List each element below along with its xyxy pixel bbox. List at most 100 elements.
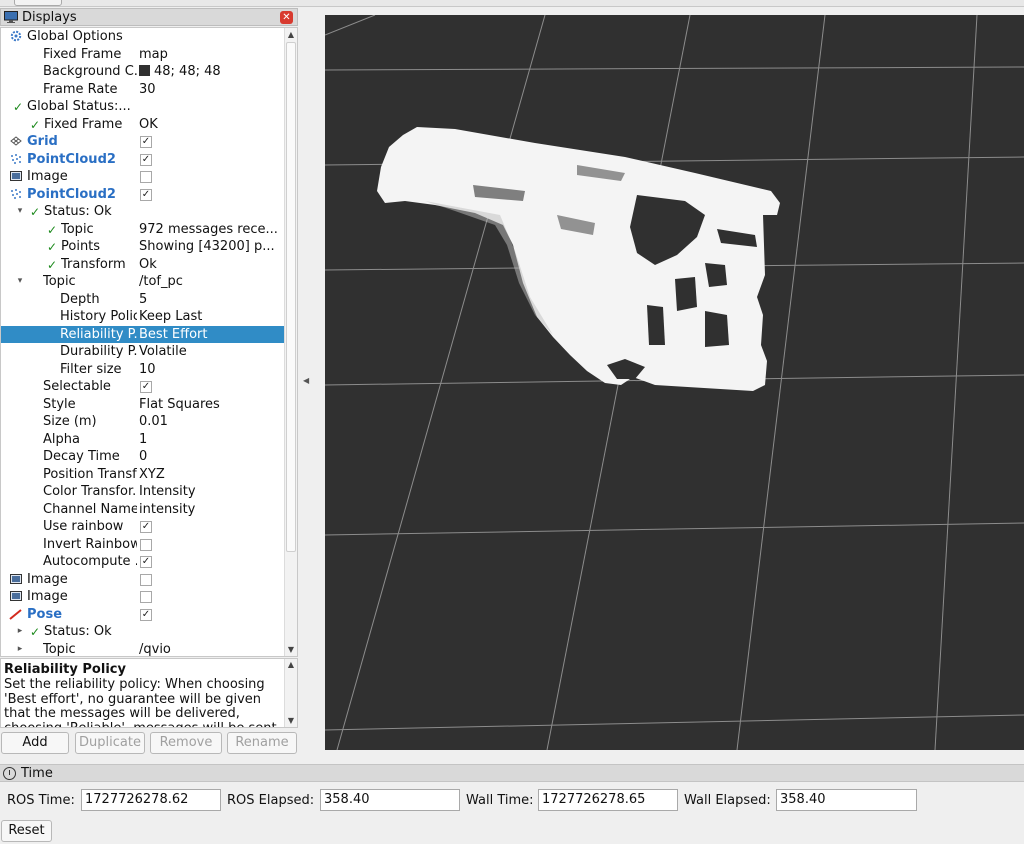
scroll-up-icon[interactable]: ▲	[285, 659, 297, 671]
tree-row-value[interactable]: Volatile	[139, 343, 284, 361]
tree-row[interactable]: Selectable ✓	[1, 378, 285, 396]
tree-row[interactable]: Pose ✓	[1, 606, 285, 624]
checkbox[interactable]: ✓	[140, 136, 152, 148]
tree-row-name: Channel Name	[43, 501, 137, 517]
chevron-right-icon[interactable]: ▸	[15, 623, 25, 641]
tree-row[interactable]: Durability P...Volatile	[1, 343, 285, 361]
tree-row[interactable]: Size (m) 0.01	[1, 413, 285, 431]
chevron-down-icon[interactable]: ▾	[15, 203, 25, 221]
tree-row-value[interactable]: Showing [43200] p...	[139, 238, 284, 256]
tree-row[interactable]: ✓ Points Showing [43200] p...	[1, 238, 285, 256]
tree-row-value[interactable]: 5	[139, 291, 284, 309]
tree-row[interactable]: Autocompute ... ✓	[1, 553, 285, 571]
checkbox[interactable]: ✓	[140, 521, 152, 533]
checkbox[interactable]	[140, 171, 152, 183]
tree-row-value[interactable]: Flat Squares	[139, 396, 284, 414]
reset-button[interactable]: Reset	[1, 820, 52, 842]
tree-row[interactable]: Grid ✓	[1, 133, 285, 151]
tree-row-value[interactable]: Ok	[139, 256, 284, 274]
tree-row-value[interactable]: 0.01	[139, 413, 284, 431]
tree-row-value[interactable]: /tof_pc	[139, 273, 284, 291]
add-button[interactable]: Add	[1, 732, 69, 754]
tree-row-value[interactable]: 30	[139, 81, 284, 99]
panel-collapse-icon[interactable]: ◀	[303, 376, 313, 390]
tree-row[interactable]: Style Flat Squares	[1, 396, 285, 414]
tree-row-name: Global Status:...	[27, 99, 131, 114]
tree-row[interactable]: Fixed Frame map	[1, 46, 285, 64]
description-scrollbar[interactable]: ▲ ▼	[284, 659, 297, 727]
scroll-down-icon[interactable]: ▼	[285, 643, 297, 656]
checkbox[interactable]: ✓	[140, 153, 152, 166]
tree-row[interactable]: History PolicyKeep Last	[1, 308, 285, 326]
tree-row-value[interactable]: /qvio	[139, 641, 284, 657]
close-icon[interactable]: ✕	[280, 11, 293, 24]
tree-row[interactable]: Image	[1, 571, 285, 589]
tree-row[interactable]: Background C... 48; 48; 48	[1, 63, 285, 81]
chevron-right-icon[interactable]: ▸	[15, 641, 25, 657]
checkbox[interactable]	[140, 538, 152, 551]
tree-row[interactable]: Filter size 10	[1, 361, 285, 379]
scroll-down-icon[interactable]: ▼	[285, 715, 297, 727]
tree-row[interactable]: Depth 5	[1, 291, 285, 309]
checkbox[interactable]: ✓	[140, 381, 152, 393]
tree-row[interactable]: Channel Name intensity	[1, 501, 285, 519]
chevron-down-icon[interactable]: ▾	[15, 273, 25, 291]
duplicate-button[interactable]: Duplicate	[75, 732, 145, 754]
toolbar-button-stub[interactable]	[14, 0, 62, 6]
tree-row-name: Status: Ok	[44, 624, 112, 639]
wall-time-field[interactable]: 1727726278.65	[538, 789, 678, 811]
tree-row[interactable]: ✓ Global Status:...	[1, 98, 285, 116]
checkbox[interactable]: ✓	[140, 556, 152, 568]
tree-row[interactable]: Image	[1, 588, 285, 606]
tree-row-value[interactable]: XYZ	[139, 466, 284, 484]
gear-icon	[9, 30, 23, 44]
tree-row-value[interactable]: intensity	[139, 501, 284, 519]
tree-row[interactable]: Position Transf...XYZ	[1, 466, 285, 484]
tree-row-value[interactable]: OK	[139, 116, 284, 134]
ros-elapsed-field[interactable]: 358.40	[320, 789, 460, 811]
rename-button[interactable]: Rename	[227, 732, 297, 754]
scroll-up-icon[interactable]: ▲	[285, 28, 297, 41]
tree-row[interactable]: ▾ ✓ Status: Ok	[1, 203, 285, 221]
3d-render-viewport[interactable]	[325, 15, 1024, 750]
tree-row[interactable]: Global Options	[1, 28, 285, 46]
ros-time-field[interactable]: 1727726278.62	[81, 789, 221, 811]
tree-row[interactable]: ▸ Topic/qvio	[1, 641, 285, 657]
pointcloud-icon	[9, 153, 23, 167]
tree-row[interactable]: ✓ Fixed Frame OK	[1, 116, 285, 134]
tree-row-value[interactable]: 10	[139, 361, 284, 379]
tree-row-value[interactable]: 972 messages rece...	[139, 221, 284, 239]
tree-row-value[interactable]: Keep Last	[139, 308, 284, 326]
tree-row[interactable]: ✓ Transform Ok	[1, 256, 285, 274]
tree-row[interactable]: ▾ Topic/tof_pc	[1, 273, 285, 291]
checkbox[interactable]	[140, 573, 152, 586]
checkbox[interactable]: ✓	[140, 608, 152, 621]
tree-row[interactable]: Decay Time 0	[1, 448, 285, 466]
tree-row-value[interactable]: 0	[139, 448, 284, 466]
tree-row[interactable]: Reliability P...Best Effort	[1, 325, 285, 344]
tree-row[interactable]: Image	[1, 168, 285, 186]
tree-row-value[interactable]: 1	[139, 431, 284, 449]
tree-row[interactable]: Invert Rainbow	[1, 536, 285, 554]
time-panel-titlebar: Time	[0, 764, 1024, 782]
tree-row-value[interactable]: Intensity	[139, 483, 284, 501]
displays-tree[interactable]: Global Options Fixed Frame map Background C…	[0, 27, 298, 657]
tree-row-value[interactable]: map	[139, 46, 284, 64]
tree-row[interactable]: Frame Rate 30	[1, 81, 285, 99]
tree-scrollbar[interactable]: ▲ ▼	[284, 28, 297, 656]
tree-row[interactable]: ✓ Topic 972 messages rece...	[1, 221, 285, 239]
tree-row-value[interactable]: 48; 48; 48	[139, 63, 284, 81]
tree-row[interactable]: Alpha 1	[1, 431, 285, 449]
remove-button[interactable]: Remove	[150, 732, 222, 754]
tree-row[interactable]: Use rainbow ✓	[1, 518, 285, 536]
tree-row[interactable]: ▸ ✓ Status: Ok	[1, 623, 285, 641]
tree-row[interactable]: PointCloud2 ✓	[1, 186, 285, 204]
checkbox[interactable]	[140, 591, 152, 603]
wall-elapsed-field[interactable]: 358.40	[776, 789, 917, 811]
tree-row-value[interactable]: Best Effort	[139, 326, 284, 344]
tree-row-name: Style	[43, 396, 76, 412]
scrollbar-thumb[interactable]	[286, 42, 296, 552]
tree-row[interactable]: PointCloud2 ✓	[1, 151, 285, 169]
tree-row[interactable]: Color Transfor... Intensity	[1, 483, 285, 501]
checkbox[interactable]: ✓	[140, 188, 152, 201]
